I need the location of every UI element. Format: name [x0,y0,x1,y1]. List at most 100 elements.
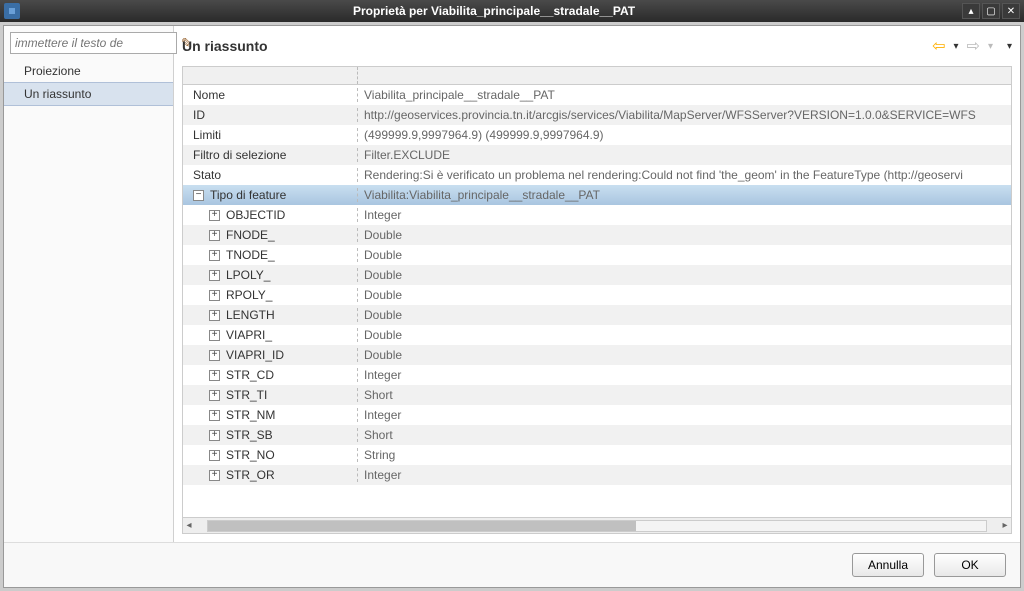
scroll-right-icon[interactable]: ▸ [999,520,1011,531]
expand-icon[interactable]: + [209,330,220,341]
table-row[interactable]: +STR_TIShort [183,385,1011,405]
scroll-track[interactable] [207,520,987,532]
table-row[interactable]: +RPOLY_Double [183,285,1011,305]
table-row[interactable]: −Tipo di featureViabilita:Viabilita_prin… [183,185,1011,205]
expand-icon[interactable]: + [209,230,220,241]
property-label: LENGTH [226,308,275,322]
table-row[interactable]: + STR_SB Short [183,425,1011,445]
property-label-cell: +STR_TI [183,388,358,402]
table-row[interactable]: +VIAPRI_Double [183,325,1011,345]
close-icon[interactable]: ✕ [1002,3,1020,19]
table-row[interactable]: +FNODE_Double [183,225,1011,245]
table-row[interactable]: +TNODE_Double [183,245,1011,265]
property-value: String [358,448,1011,462]
minimize-up-icon[interactable]: ▴ [962,3,980,19]
horizontal-scrollbar[interactable]: ◂ ▸ [183,517,1011,533]
window-title: Proprietà per Viabilita_principale__stra… [26,4,962,18]
app-icon [4,3,20,19]
expand-icon[interactable]: + [209,470,220,481]
table-row[interactable]: Filtro di selezione Filter.EXCLUDE [183,145,1011,165]
property-label-cell: +VIAPRI_ [183,328,358,342]
expand-icon[interactable]: + [209,210,220,221]
expand-icon[interactable]: + [209,250,220,261]
property-label-cell: +STR_OR [183,468,358,482]
table-row[interactable]: +STR_CDInteger [183,365,1011,385]
expand-icon[interactable]: + [209,270,220,281]
expand-icon[interactable]: + [209,430,220,441]
property-value: Integer [358,368,1011,382]
scroll-left-icon[interactable]: ◂ [183,520,195,531]
expand-icon[interactable]: + [209,310,220,321]
property-value: Double [358,328,1011,342]
expand-icon[interactable]: + [209,290,220,301]
table-row[interactable]: + LENGTH Double [183,305,1011,325]
sidebar-item-label: Proiezione [24,64,81,78]
property-label-cell: Stato [183,168,358,182]
property-label-cell: + LENGTH [183,308,358,322]
table-row[interactable]: + STR_NM Integer [183,405,1011,425]
table-row[interactable]: +LPOLY_Double [183,265,1011,285]
table-row[interactable]: + OBJECTID Integer [183,205,1011,225]
table-row[interactable]: + VIAPRI_ID Double [183,345,1011,365]
table-row[interactable]: StatoRendering:Si è verificato un proble… [183,165,1011,185]
property-label: STR_NM [226,408,275,422]
scroll-thumb[interactable] [208,521,636,531]
property-value: Double [358,308,1011,322]
header-row: Un riassunto ⇦ ▾ ⇨ ▾ ▾ [182,32,1012,60]
property-value: Double [358,248,1011,262]
property-label: ID [193,108,205,122]
search-input[interactable] [10,32,177,54]
property-label: STR_SB [226,428,273,442]
maximize-icon[interactable]: ▢ [982,3,1000,19]
property-label-cell: + RPOLY_ [183,288,358,302]
property-value: Viabilita:Viabilita_principale__stradale… [358,188,1011,202]
table-row[interactable]: IDhttp://geoservices.provincia.tn.it/arc… [183,105,1011,125]
property-value: Integer [358,408,1011,422]
forward-arrow-icon: ⇨ [967,36,980,56]
property-label: OBJECTID [226,208,285,222]
main-panel: Un riassunto ⇦ ▾ ⇨ ▾ ▾ NomeViabilita_pri… [174,26,1020,542]
property-label-cell: ID [183,108,358,122]
table-body[interactable]: NomeViabilita_principale__stradale__PATI… [183,85,1011,517]
sidebar-item-proiezione[interactable]: Proiezione [4,60,173,82]
forward-menu-caret-icon: ▾ [988,41,993,52]
expand-icon[interactable]: + [209,450,220,461]
property-label: VIAPRI_ID [226,348,284,362]
property-label: RPOLY_ [226,288,272,302]
back-menu-caret-icon[interactable]: ▾ [954,41,959,52]
sidebar-item-label: Un riassunto [24,87,91,101]
dialog: ✎ Proiezione Un riassunto Un riassunto ⇦… [3,25,1021,588]
expand-icon[interactable]: + [209,350,220,361]
cancel-button-label: Annulla [868,558,908,572]
property-value: Integer [358,208,1011,222]
dialog-body: ✎ Proiezione Un riassunto Un riassunto ⇦… [4,26,1020,542]
back-arrow-icon[interactable]: ⇦ [932,36,945,56]
expand-icon[interactable]: + [209,390,220,401]
property-value: Double [358,348,1011,362]
ok-button[interactable]: OK [934,553,1006,577]
property-value: (499999.9,9997964.9) (499999.9,9997964.9… [358,128,1011,142]
property-label-cell: +STR_CD [183,368,358,382]
property-label-cell: Limiti [183,128,358,142]
table-row[interactable]: +STR_ORInteger [183,465,1011,485]
property-label-cell: + OBJECTID [183,208,358,222]
table-row[interactable]: + STR_NO String [183,445,1011,465]
cancel-button[interactable]: Annulla [852,553,924,577]
property-label: STR_NO [226,448,275,462]
property-value: Integer [358,468,1011,482]
sidebar-item-riassunto[interactable]: Un riassunto [4,82,173,106]
property-label-cell: + VIAPRI_ID [183,348,358,362]
property-label: Tipo di feature [210,188,286,202]
property-label: Filtro di selezione [193,148,286,162]
expand-icon[interactable]: + [209,370,220,381]
property-value: Viabilita_principale__stradale__PAT [358,88,1011,102]
table-row[interactable]: Limiti(499999.9,9997964.9) (499999.9,999… [183,125,1011,145]
table-row[interactable]: NomeViabilita_principale__stradale__PAT [183,85,1011,105]
expand-icon[interactable]: + [209,410,220,421]
table-header [183,67,1011,85]
view-menu-caret-icon[interactable]: ▾ [1007,41,1012,52]
property-value: Short [358,428,1011,442]
property-label-cell: −Tipo di feature [183,188,358,202]
property-value: Filter.EXCLUDE [358,148,1011,162]
collapse-icon[interactable]: − [193,190,204,201]
